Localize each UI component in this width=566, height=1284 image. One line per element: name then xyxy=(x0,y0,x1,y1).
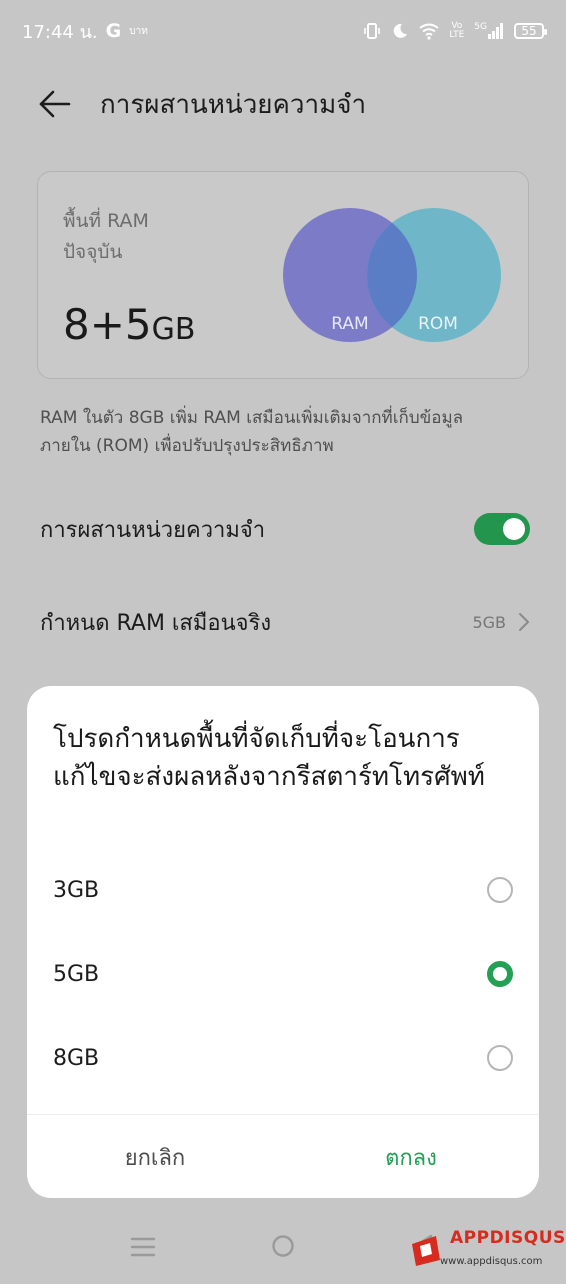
option-label: 8GB xyxy=(53,1045,100,1071)
virtual-ram-value: 5GB xyxy=(472,612,506,632)
option-3gb[interactable]: 3GB xyxy=(53,863,513,917)
watermark-brand: APPDISQUS xyxy=(450,1228,566,1248)
network-type: 5G xyxy=(474,22,487,32)
virtual-ram-right: 5GB xyxy=(472,612,530,632)
home-icon[interactable] xyxy=(271,1234,295,1258)
cancel-button[interactable]: ยกเลิก xyxy=(27,1116,283,1198)
toggle-knob xyxy=(503,518,525,540)
radio-button[interactable] xyxy=(487,1045,513,1071)
ram-amount: 8+5 xyxy=(63,300,152,349)
current-ram-value: 8+5 GB xyxy=(63,300,195,349)
venn-rom-label: ROM xyxy=(418,314,458,334)
option-8gb[interactable]: 8GB xyxy=(53,1031,513,1085)
dialog-divider xyxy=(27,1114,539,1115)
status-time: 17:44 น. xyxy=(22,21,98,43)
vibrate-icon xyxy=(364,23,381,39)
app-header: การผสานหน่วยความจำ xyxy=(38,82,366,126)
ram-info-card: พื้นที่ RAM ปัจจุบัน 8+5 GB RAM ROM xyxy=(37,171,529,379)
virtual-ram-label: กำหนด RAM เสมือนจริง xyxy=(40,610,272,636)
virtual-ram-row[interactable]: กำหนด RAM เสมือนจริง 5GB xyxy=(40,597,530,647)
battery-level: 55 xyxy=(521,24,537,38)
memory-description: RAM ในตัว 8GB เพิ่ม RAM เสมือนเพิ่มเติมจ… xyxy=(40,408,464,456)
status-bar: 17:44 น. G บาท Vo LTE 5G 55 xyxy=(0,0,566,62)
ok-button[interactable]: ตกลง xyxy=(283,1116,539,1198)
page-title: การผสานหน่วยความจำ xyxy=(100,89,367,120)
memory-fusion-label: การผสานหน่วยความจำ xyxy=(40,517,266,543)
back-arrow-icon[interactable] xyxy=(38,87,72,121)
signal-group: 5G xyxy=(474,23,504,39)
status-extra-label: บาท xyxy=(129,25,148,37)
menu-icon[interactable] xyxy=(130,1234,156,1260)
option-label: 5GB xyxy=(53,961,100,987)
wifi-icon xyxy=(419,23,439,40)
memory-fusion-toggle[interactable] xyxy=(474,513,530,545)
status-left: 17:44 น. G บาท xyxy=(22,17,148,46)
current-ram-label: พื้นที่ RAM ปัจจุบัน xyxy=(63,210,149,263)
radio-button[interactable] xyxy=(487,877,513,903)
dialog-title: โปรดกำหนดพื้นที่จัดเก็บที่จะโอนการแก้ไขจ… xyxy=(53,724,485,792)
chevron-right-icon xyxy=(519,613,529,631)
dialog-buttons: ยกเลิก ตกลง xyxy=(27,1116,539,1198)
ram-rom-venn-diagram: RAM ROM xyxy=(283,208,501,342)
radio-button-selected[interactable] xyxy=(487,961,513,987)
signal-icon xyxy=(488,23,503,39)
battery-icon: 55 xyxy=(514,23,547,39)
network-bottom: LTE xyxy=(449,30,465,40)
venn-ram-label: RAM xyxy=(331,314,368,334)
watermark-url: www.appdisqus.com xyxy=(440,1256,543,1267)
status-right: Vo LTE 5G 55 xyxy=(363,22,547,40)
volte-label: Vo LTE xyxy=(449,22,464,40)
option-label: 3GB xyxy=(53,877,100,903)
google-icon: G xyxy=(105,20,122,42)
ram-unit: GB xyxy=(151,312,196,347)
moon-icon xyxy=(394,23,408,38)
ram-size-dialog: โปรดกำหนดพื้นที่จัดเก็บที่จะโอนการแก้ไขจ… xyxy=(27,686,539,1198)
memory-fusion-row[interactable]: การผสานหน่วยความจำ xyxy=(40,504,530,554)
appdisqus-watermark: APPDISQUS www.appdisqus.com xyxy=(406,1228,565,1276)
option-5gb[interactable]: 5GB xyxy=(53,947,513,1001)
